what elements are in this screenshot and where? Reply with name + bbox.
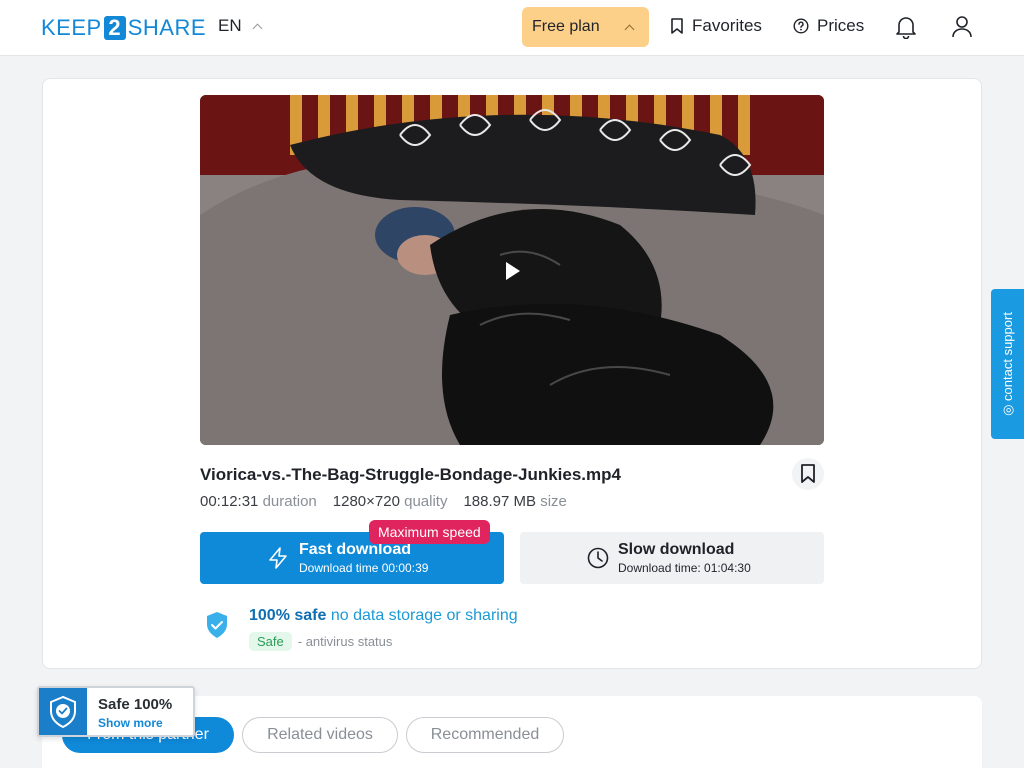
bookmark-button[interactable]	[792, 458, 824, 490]
contact-support-label: ◎ contact support	[999, 312, 1015, 416]
safety-light: no data storage or sharing	[330, 607, 518, 624]
duration-meta: 00:12:31 duration	[200, 493, 317, 510]
size-label: size	[540, 493, 567, 510]
fast-download-text: Fast download Download time 00:00:39	[299, 541, 428, 575]
slow-download-button[interactable]: Slow download Download time: 01:04:30	[520, 532, 824, 584]
safe-badge-shield	[39, 688, 87, 735]
chevron-up-icon	[624, 24, 635, 34]
clock-icon	[587, 547, 609, 569]
quality-meta: 1280×720 quality	[333, 493, 448, 510]
safe-badge-title: Safe 100%	[98, 696, 173, 713]
size-meta: 188.97 MB size	[463, 493, 566, 510]
quality-value: 1280×720	[332, 493, 400, 510]
duration-label: duration	[262, 493, 317, 510]
slow-download-text: Slow download Download time: 01:04:30	[618, 541, 751, 575]
favorites-link[interactable]: Favorites	[670, 16, 762, 36]
fast-download-time: Download time 00:00:39	[299, 561, 429, 575]
safe-badge-widget[interactable]: Safe 100% Show more	[37, 686, 195, 737]
prices-link[interactable]: Prices	[793, 16, 864, 36]
antivirus-status: Safe - antivirus status	[249, 632, 392, 651]
notifications-button[interactable]	[893, 14, 919, 40]
play-icon[interactable]	[506, 262, 520, 280]
safety-strong: 100% safe	[249, 607, 327, 624]
duration-value: 00:12:31	[200, 493, 259, 510]
favorites-label: Favorites	[692, 16, 762, 35]
lightning-icon	[269, 547, 287, 569]
logo-text-left: KEEP	[41, 15, 102, 40]
tab-recommended[interactable]: Recommended	[406, 717, 564, 753]
safety-statement: 100% safe no data storage or sharing	[249, 607, 518, 625]
contact-support-tab[interactable]: ◎ contact support	[991, 289, 1024, 439]
file-meta: 00:12:31 duration 1280×720 quality 188.9…	[200, 493, 567, 510]
size-value: 188.97 MB	[463, 493, 537, 510]
account-button[interactable]	[949, 14, 975, 40]
bookmark-icon	[671, 18, 683, 34]
max-speed-badge: Maximum speed	[369, 520, 490, 544]
plan-button[interactable]: Free plan	[522, 7, 649, 47]
language-label: EN	[218, 16, 242, 35]
question-circle-icon	[793, 18, 809, 34]
slow-download-title: Slow download	[618, 541, 735, 558]
logo-text-right: SHARE	[127, 15, 206, 40]
chevron-up-icon	[252, 23, 263, 33]
safe-badge-show-more[interactable]: Show more	[98, 716, 163, 730]
top-header: KEEP 2 SHARE EN Free plan Favorites Prices	[0, 0, 1024, 56]
safe-chip: Safe	[249, 632, 292, 651]
user-icon	[952, 16, 972, 38]
bookmark-icon	[801, 464, 815, 483]
bell-icon	[896, 17, 916, 39]
tab-related-videos[interactable]: Related videos	[242, 717, 398, 753]
slow-download-time: Download time: 01:04:30	[618, 561, 751, 575]
shield-check-icon	[207, 612, 227, 638]
site-logo[interactable]: KEEP 2 SHARE	[41, 15, 206, 40]
prices-label: Prices	[817, 16, 865, 35]
antivirus-status-label: - antivirus status	[297, 634, 393, 649]
file-name: Viorica-vs.-The-Bag-Struggle-Bondage-Jun…	[200, 465, 621, 484]
plan-label: Free plan	[532, 18, 600, 35]
logo-badge: 2	[103, 16, 126, 40]
contact-support-text: contact support	[999, 312, 1015, 401]
shield-check-icon	[50, 695, 76, 728]
quality-label: quality	[404, 493, 448, 510]
language-selector[interactable]: EN	[218, 16, 263, 36]
